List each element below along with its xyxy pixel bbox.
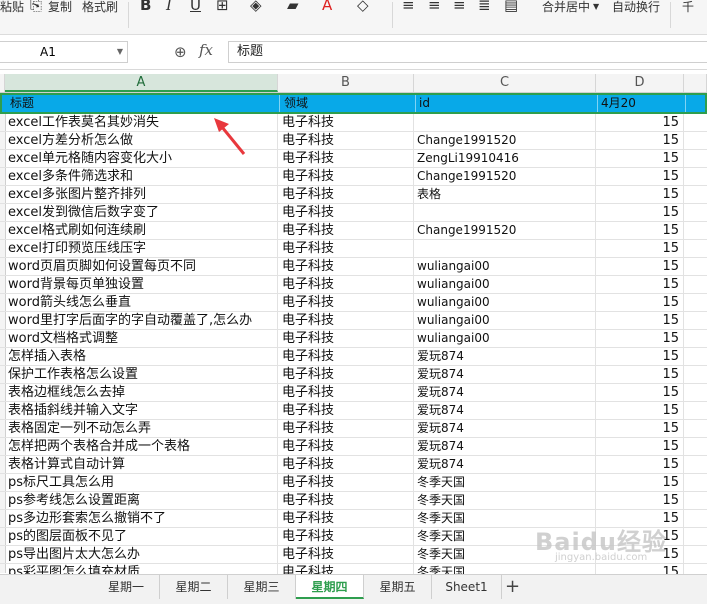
distribute-icon[interactable]: ▤ <box>504 0 518 13</box>
sheet-tab[interactable]: 星期二 <box>160 575 228 599</box>
cell-a[interactable]: word里打字后面字的字自动覆盖了,怎么办 <box>5 312 278 329</box>
formula-bar: A1 ▼ ⊕ fx 标题 <box>0 35 707 70</box>
cell-reference: A1 <box>40 45 56 59</box>
chevron-down-icon[interactable]: ▼ <box>593 0 599 14</box>
zoom-icon[interactable]: ⊕ <box>174 43 187 61</box>
toolbar-divider <box>128 2 129 28</box>
watermark-url: jingyan.baidu.com <box>555 552 648 563</box>
function-button[interactable]: fx <box>199 41 213 59</box>
border-icon[interactable]: ⊞ <box>216 0 229 13</box>
merge-center-button[interactable]: 合并居中 <box>542 0 590 14</box>
copy-icon: ⎘ <box>30 0 43 14</box>
arrow-shaft <box>220 126 246 155</box>
highlight-icon[interactable]: ▰ <box>287 0 299 13</box>
align-right-icon[interactable]: ≡ <box>453 0 466 13</box>
formula-input[interactable]: 标题 <box>228 41 707 63</box>
sheet-tab[interactable]: 星期四 <box>296 575 364 599</box>
bold-button[interactable]: B <box>140 0 151 13</box>
sheet-tab[interactable]: 星期五 <box>364 575 432 599</box>
align-center-icon[interactable]: ≡ <box>428 0 441 13</box>
fill-color-icon[interactable]: ◈ <box>250 0 262 13</box>
align-left-icon[interactable]: ≡ <box>402 0 415 13</box>
baidu-watermark: Baidu经验 jingyan.baidu.com <box>535 522 695 582</box>
add-sheet-button[interactable]: + <box>505 575 520 599</box>
toolbar-divider <box>670 2 671 28</box>
underline-button[interactable]: U <box>190 0 201 13</box>
sheet-tab[interactable]: Sheet1 <box>432 575 502 599</box>
arrow-head <box>214 118 229 132</box>
toolbar-divider <box>392 2 393 28</box>
font-color-icon[interactable]: A <box>322 0 332 13</box>
clear-format-icon[interactable]: ◇ <box>357 0 369 13</box>
sheet-tab[interactable]: 星期三 <box>228 575 296 599</box>
auto-wrap-button[interactable]: 自动换行 <box>612 0 660 14</box>
sheet-tab[interactable]: 星期一 <box>93 575 160 599</box>
italic-button[interactable]: I <box>166 0 172 13</box>
ribbon-toolbar: 粘贴 ⎘ 复制 格式刷 B I U ⊞ ◈ ▰ A ◇ ≡ ≡ ≡ ≣ ▤ 合并… <box>0 0 707 35</box>
number-format-button[interactable]: 千 <box>682 0 694 14</box>
name-box[interactable]: A1 ▼ <box>0 41 128 63</box>
paste-button[interactable]: 粘贴 <box>0 0 24 14</box>
chevron-down-icon[interactable]: ▼ <box>117 42 123 62</box>
justify-icon[interactable]: ≣ <box>478 0 491 13</box>
copy-button[interactable]: 复制 <box>48 0 72 14</box>
format-painter-button[interactable]: 格式刷 <box>82 0 118 14</box>
